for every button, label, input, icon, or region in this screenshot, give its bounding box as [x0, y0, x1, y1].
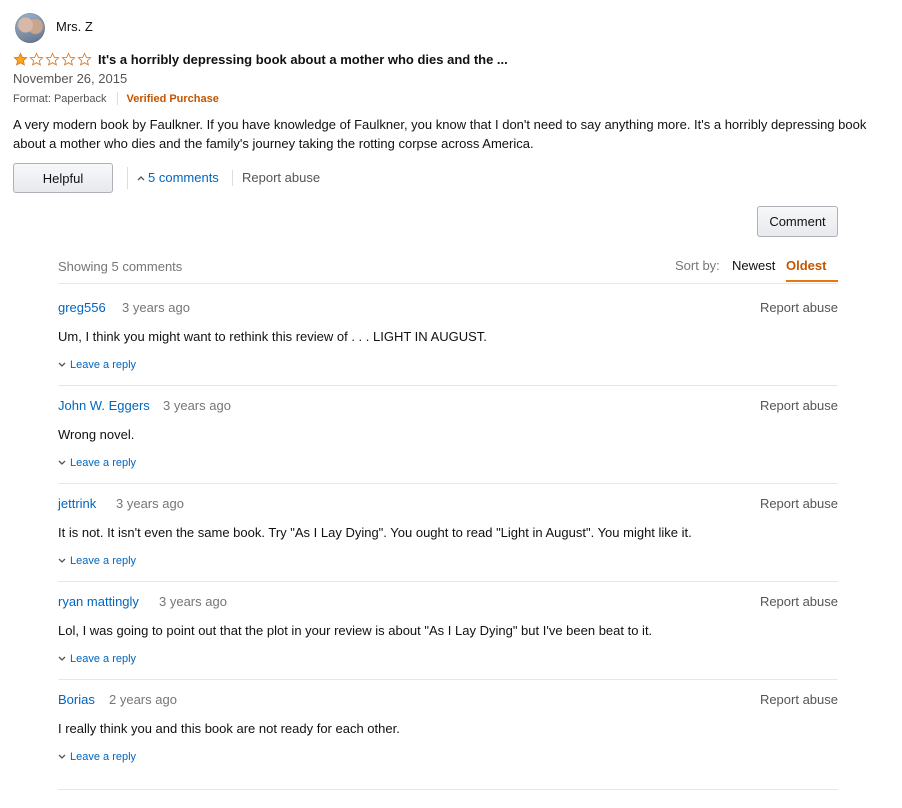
sort-oldest-tab[interactable]: Oldest [786, 258, 826, 273]
star-empty-icon [77, 52, 92, 66]
star-rating [13, 52, 92, 67]
comment-button[interactable]: Comment [757, 206, 838, 237]
comment-author[interactable]: jettrink [58, 496, 96, 511]
comment-author[interactable]: ryan mattingly [58, 594, 139, 609]
chevron-down-icon [58, 754, 66, 759]
comment-report-abuse-link[interactable]: Report abuse [760, 594, 838, 609]
comment-text: It is not. It isn't even the same book. … [58, 525, 692, 540]
reviewer-name[interactable]: Mrs. Z [56, 19, 93, 34]
report-abuse-link[interactable]: Report abuse [242, 170, 320, 185]
leave-reply-label: Leave a reply [70, 359, 137, 371]
leave-reply-link[interactable]: Leave a reply [58, 555, 136, 567]
comment-time[interactable]: 3 years ago [116, 496, 184, 511]
comment-report-abuse-link[interactable]: Report abuse [760, 300, 838, 315]
leave-reply-link[interactable]: Leave a reply [58, 751, 136, 763]
comment-author[interactable]: Borias [58, 692, 95, 707]
leave-reply-label: Leave a reply [70, 653, 137, 665]
comment-divider [58, 483, 838, 484]
verified-purchase-badge: Verified Purchase [126, 92, 219, 105]
star-empty-icon [45, 52, 60, 66]
helpful-button[interactable]: Helpful [13, 163, 113, 193]
action-divider [127, 167, 128, 189]
review-body: A very modern book by Faulkner. If you h… [13, 117, 867, 151]
format-label: Format: Paperback [13, 92, 107, 105]
sort-active-indicator [786, 280, 838, 282]
sort-by-label: Sort by: [675, 258, 720, 273]
leave-reply-link[interactable]: Leave a reply [58, 457, 136, 469]
review-meta: Format: Paperback Verified Purchase [13, 92, 219, 105]
comment-time[interactable]: 3 years ago [163, 398, 231, 413]
comment-text: Lol, I was going to point out that the p… [58, 623, 653, 638]
comment-divider [58, 679, 838, 680]
chevron-down-icon [58, 656, 66, 661]
comment-report-abuse-link[interactable]: Report abuse [760, 496, 838, 511]
comment-text: Wrong novel. [58, 427, 135, 442]
comment-text: Um, I think you might want to rethink th… [58, 329, 487, 344]
comments-count-text: Showing 5 comments [58, 259, 183, 274]
comment-report-abuse-link[interactable]: Report abuse [760, 398, 838, 413]
comments-count-label: 5 comments [148, 170, 219, 185]
star-empty-icon [29, 52, 44, 66]
comments-header-divider [58, 283, 838, 284]
chevron-up-icon [137, 175, 145, 180]
action-divider [232, 170, 233, 186]
comment-time[interactable]: 2 years ago [109, 692, 177, 707]
comments-toggle-link[interactable]: 5 comments [137, 170, 219, 185]
chevron-down-icon [58, 558, 66, 563]
comment-text: I really think you and this book are not… [58, 721, 400, 736]
chevron-down-icon [58, 362, 66, 367]
comment-time[interactable]: 3 years ago [159, 594, 227, 609]
comment-report-abuse-link[interactable]: Report abuse [760, 692, 838, 707]
comment-time[interactable]: 3 years ago [122, 300, 190, 315]
comment-author[interactable]: John W. Eggers [58, 398, 150, 413]
comment-divider [58, 789, 838, 790]
reviewer-avatar[interactable] [15, 13, 45, 43]
star-filled-icon [13, 52, 28, 66]
leave-reply-link[interactable]: Leave a reply [58, 359, 136, 371]
comment-author[interactable]: greg556 [58, 300, 106, 315]
star-empty-icon [61, 52, 76, 66]
leave-reply-link[interactable]: Leave a reply [58, 653, 136, 665]
chevron-down-icon [58, 460, 66, 465]
leave-reply-label: Leave a reply [70, 555, 137, 567]
review-title[interactable]: It's a horribly depressing book about a … [98, 52, 508, 67]
meta-divider [116, 92, 118, 105]
leave-reply-label: Leave a reply [70, 457, 137, 469]
sort-newest-tab[interactable]: Newest [732, 258, 775, 273]
leave-reply-label: Leave a reply [70, 751, 137, 763]
review-date: November 26, 2015 [13, 71, 128, 86]
comment-divider [58, 385, 838, 386]
comment-divider [58, 581, 838, 582]
